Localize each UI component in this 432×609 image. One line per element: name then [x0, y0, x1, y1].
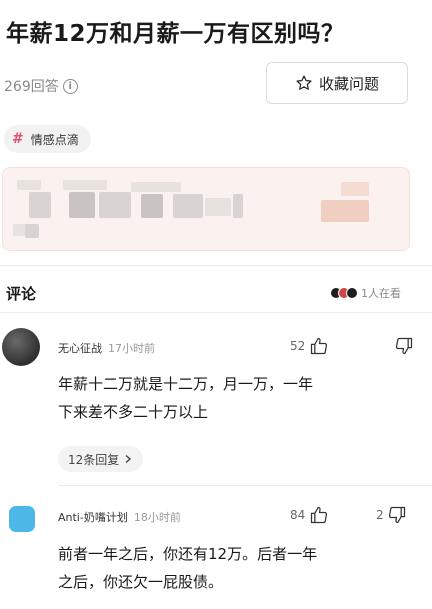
comment-username[interactable]: 无心征战: [58, 340, 102, 356]
comment-time: 18小时前: [133, 511, 181, 524]
blurred-block: [233, 194, 243, 218]
view-replies-label: 12条回复: [68, 452, 120, 467]
info-icon[interactable]: i: [62, 78, 78, 94]
thumbs-down-icon: [388, 506, 405, 524]
thumbs-up-icon: [311, 337, 328, 355]
answers-count-label: 269回答: [4, 79, 59, 95]
comment-meta: 无心征战 17小时前: [58, 340, 155, 356]
chevron-right-icon: [125, 454, 132, 464]
blurred-block: [63, 180, 107, 190]
collect-question-label: 收藏问题: [318, 74, 379, 93]
comment-text-line: 之后，你还欠一屁股债。: [58, 573, 224, 591]
like-count: 52: [290, 339, 306, 353]
topic-tag[interactable]: # 情感点滴: [4, 125, 91, 153]
blurred-block: [99, 192, 131, 218]
comment-username[interactable]: Anti-奶嘴计划: [58, 509, 128, 525]
blurred-block: [131, 182, 181, 192]
blurred-block: [205, 198, 231, 216]
collect-question-button[interactable]: 收藏问题: [266, 62, 408, 104]
blurred-block: [17, 180, 41, 190]
blurred-block: [69, 192, 95, 218]
blurred-content-card[interactable]: [2, 167, 410, 251]
comment-text-line: 下来差不多二十万以上: [58, 403, 209, 421]
like-button[interactable]: 84: [290, 505, 329, 525]
dislike-count: 2: [376, 508, 384, 522]
comment-body: 年薪十二万就是十二万，月一万，一年 下来差不多二十万以上: [58, 370, 313, 426]
avatar[interactable]: [2, 328, 40, 366]
hashtag-icon: #: [12, 131, 24, 147]
thumbs-up-icon: [311, 506, 328, 524]
liker-avatar: [346, 287, 358, 299]
blurred-block: [141, 194, 163, 218]
likers-label: 1人在看: [361, 287, 401, 300]
view-replies-button[interactable]: 12条回复: [58, 446, 144, 472]
section-divider: [0, 312, 432, 313]
blurred-block: [173, 194, 203, 218]
likers-row[interactable]: 1人在看: [330, 285, 401, 301]
like-button[interactable]: 52: [290, 336, 329, 356]
comment-time: 17小时前: [108, 342, 155, 355]
avatar-image: [9, 506, 35, 532]
topic-tag-label: 情感点滴: [30, 132, 79, 147]
like-count: 84: [290, 508, 306, 522]
avatar[interactable]: [2, 498, 40, 536]
liker-avatars: [330, 287, 358, 299]
question-title: 年薪12万和月薪一万有区别吗？: [6, 21, 345, 47]
comments-section-title: 评论: [6, 285, 37, 303]
star-icon: [296, 75, 312, 90]
comment-meta: Anti-奶嘴计划 18小时前: [58, 509, 181, 525]
blurred-block: [25, 224, 39, 238]
thumbs-down-icon: [395, 337, 413, 355]
blurred-block: [341, 182, 369, 196]
answers-count[interactable]: 269回答 i: [4, 76, 78, 96]
blurred-block: [321, 200, 369, 222]
comment-text-line: 前者一年之后，你还有12万。后者一年: [58, 545, 318, 563]
comment-body: 前者一年之后，你还有12万。后者一年 之后，你还欠一屁股债。: [58, 540, 317, 596]
section-divider: [0, 265, 432, 266]
blurred-block: [29, 192, 51, 218]
comment-divider: [58, 485, 432, 486]
dislike-button[interactable]: [388, 336, 414, 356]
dislike-button[interactable]: 2: [376, 505, 407, 525]
comment-text-line: 年薪十二万就是十二万，月一万，一年: [58, 375, 314, 393]
